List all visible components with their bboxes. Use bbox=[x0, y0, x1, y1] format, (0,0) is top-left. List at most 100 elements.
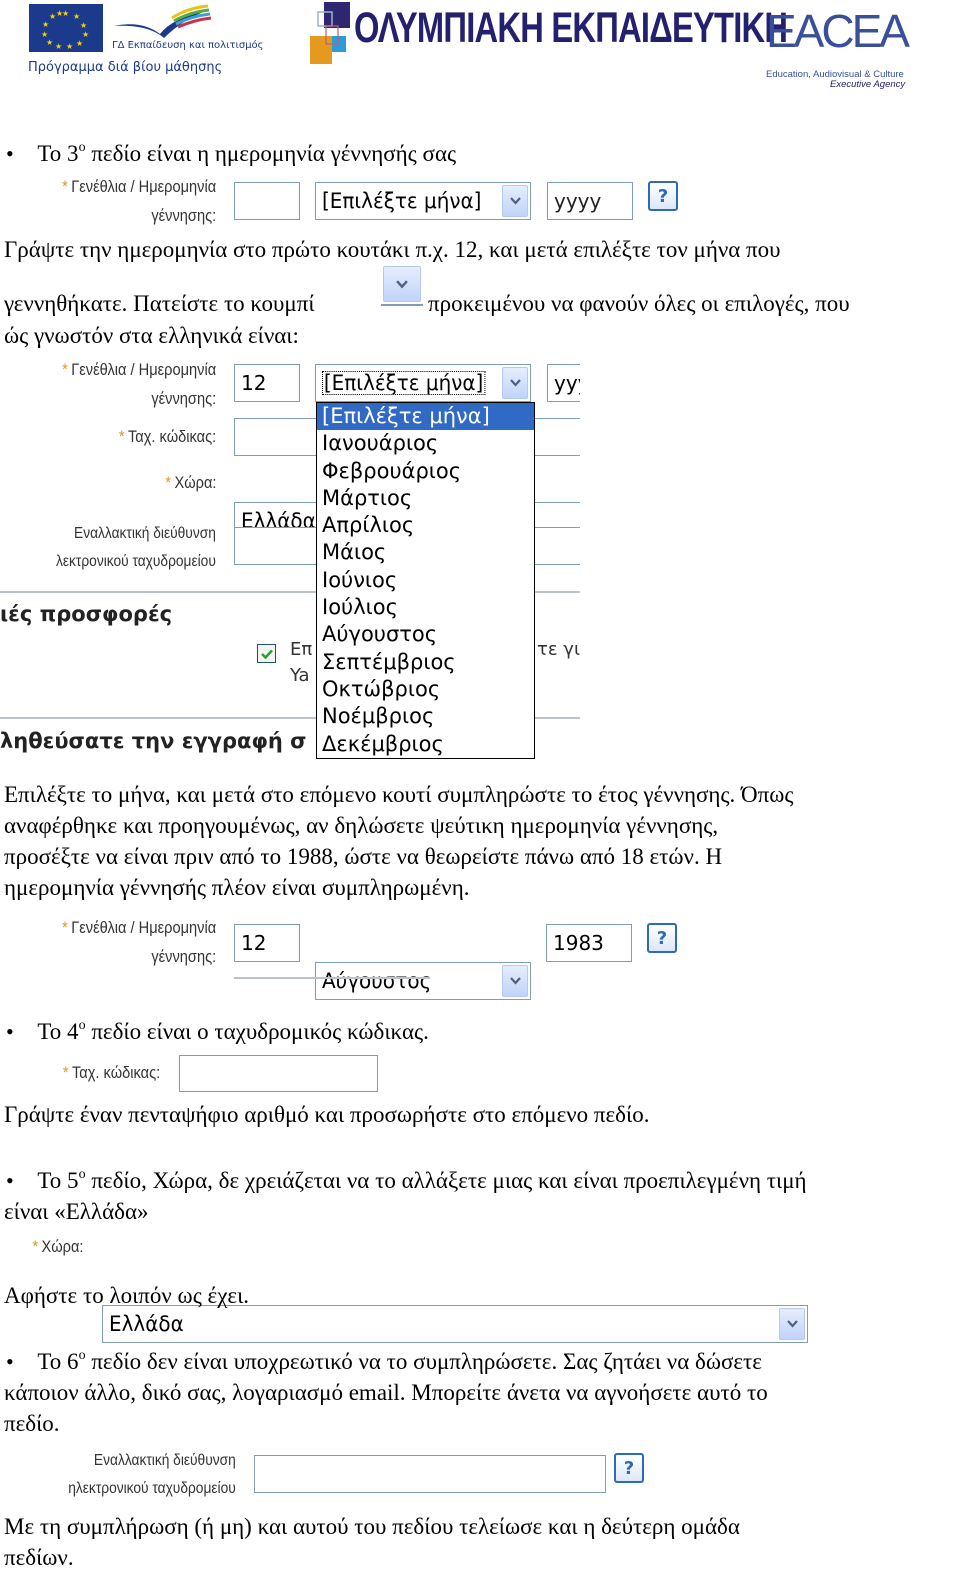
chevron-down-icon[interactable] bbox=[779, 1308, 805, 1340]
help-icon[interactable]: ? bbox=[647, 923, 677, 953]
bullet-prefix: Το 5 bbox=[37, 1168, 79, 1193]
month-option[interactable]: Ιανουάριος bbox=[317, 430, 534, 457]
month-option[interactable]: Ιούνιος bbox=[317, 567, 534, 594]
birth-year-input[interactable]: yyy bbox=[547, 364, 580, 402]
after-dropdown-line4: ημερομηνία γέννησής πλέον είναι συμπληρω… bbox=[4, 875, 470, 900]
offers-heading: ιές προσφορές bbox=[0, 602, 173, 626]
bullet-text: πεδίο, Χώρα, δε χρειάζεται να το αλλάξετ… bbox=[85, 1168, 807, 1193]
offers-checkbox[interactable] bbox=[257, 644, 276, 663]
birth-year-input[interactable]: 1983 bbox=[546, 924, 632, 962]
birth-day-input[interactable]: 12 bbox=[234, 924, 300, 962]
section6-line2: κάποιον άλλο, δικό σας, λογαριασμό email… bbox=[4, 1380, 768, 1405]
select-value: [Επιλέξτε μήνα] bbox=[322, 189, 482, 213]
after-dropdown-line3: προσέξτε να είναι πριν από το 1988, ώστε… bbox=[4, 844, 723, 869]
lifelong-learning-bird-logo bbox=[114, 4, 212, 38]
month-option[interactable]: Αύγουστος bbox=[317, 621, 534, 648]
section3-paragraph-line2b: προκειμένου να φανούν όλες οι επιλογές, … bbox=[428, 291, 850, 316]
label-text: Χώρα: bbox=[173, 473, 216, 492]
section5-bullet: Το 5ο πεδίο, Χώρα, δε χρειάζεται να το α… bbox=[0, 1165, 807, 1196]
birth-date-label: * Γενέθλια / Ημερομηνία γέννησης: bbox=[62, 172, 216, 230]
label-line2: γέννησης: bbox=[151, 947, 216, 966]
birth-month-select-open[interactable]: [Επιλέξτε μήνα] bbox=[315, 364, 531, 402]
bullet-text: πεδίο είναι ο ταχυδρομικός κώδικας. bbox=[85, 1019, 429, 1044]
label-line2: γέννησης: bbox=[151, 389, 216, 408]
chevron-down-icon[interactable] bbox=[502, 185, 528, 217]
alt-email-label: Εναλλακτική διεύθυνση λεκτρονικού ταχυδρ… bbox=[56, 520, 216, 576]
month-option[interactable]: Οκτώβριος bbox=[317, 676, 534, 703]
confirm-heading: ληθεύσατε την εγγραφή σ bbox=[0, 729, 307, 753]
month-option[interactable]: Σεπτέμβριος bbox=[317, 649, 534, 676]
chevron-down-icon[interactable] bbox=[502, 965, 528, 997]
required-asterisk: * bbox=[61, 360, 68, 379]
ordinal-sup: ο bbox=[78, 140, 86, 155]
olympiaki-title: ΟΛΥΜΠΙΑΚΗ ΕΚΠΑΙΔΕΥΤΙΚΗ bbox=[354, 4, 788, 52]
label-text: Ταχ. κώδικας: bbox=[71, 1063, 160, 1082]
required-asterisk: * bbox=[61, 918, 68, 937]
label-line1: Γενέθλια / Ημερομηνία bbox=[71, 177, 216, 196]
country-label: * Χώρα: bbox=[32, 1232, 83, 1261]
bullet-text: πεδίο είναι η ημερομηνία γέννησής σας bbox=[85, 141, 457, 166]
bullet-prefix: Το 3 bbox=[37, 141, 79, 166]
section3-paragraph-line2: γεννηθήκατε. Πατείστε το κουμπί bbox=[4, 288, 315, 319]
llp-subtitle: Πρόγραμμα διά βίου μάθησης bbox=[28, 60, 223, 75]
help-icon[interactable]: ? bbox=[648, 181, 678, 211]
alt-email-input[interactable] bbox=[254, 1455, 606, 1493]
label-line1: Γενέθλια / Ημερομηνία bbox=[71, 360, 216, 379]
birth-date-label: * Γενέθλια / Ημερομηνία γέννησης: bbox=[62, 913, 216, 971]
chevron-down-icon bbox=[383, 266, 421, 302]
postal-code-label: * Ταχ. κώδικας: bbox=[63, 1058, 160, 1087]
postal-code-input[interactable] bbox=[179, 1055, 378, 1092]
label-line2: ηλεκτρονικού ταχυδρομείου bbox=[68, 1480, 236, 1497]
olympiaki-logo-mark bbox=[310, 2, 350, 64]
required-asterisk: * bbox=[62, 1063, 69, 1082]
month-option[interactable]: Απρίλιος bbox=[317, 512, 534, 539]
birth-month-select[interactable]: Αύγουστος bbox=[315, 962, 531, 1000]
month-option[interactable]: Μάρτιος bbox=[317, 485, 534, 512]
required-asterisk: * bbox=[31, 1237, 38, 1256]
label-line1: Εναλλακτική διεύθυνση bbox=[94, 1452, 237, 1469]
birth-day-input[interactable]: 12 bbox=[234, 364, 300, 402]
required-asterisk: * bbox=[61, 177, 68, 196]
select-value: [Επιλέξτε μήνα] bbox=[322, 371, 486, 395]
required-asterisk: * bbox=[164, 473, 171, 492]
month-option[interactable]: Δεκέμβριος bbox=[317, 731, 534, 758]
month-option[interactable]: [Επιλέξτε μήνα] bbox=[317, 403, 534, 431]
eacea-title: EACEA bbox=[766, 5, 910, 57]
bullet-text: πεδίο δεν είναι υποχρεωτικό να το συμπλη… bbox=[85, 1349, 762, 1374]
checkbox-text-line2: Ya bbox=[290, 665, 310, 686]
birth-month-select[interactable]: [Επιλέξτε μήνα] bbox=[315, 182, 531, 220]
label-text: Χώρα: bbox=[40, 1237, 83, 1256]
after-dropdown-line1: Επιλέξτε το μήνα, και μετά στο επόμενο κ… bbox=[4, 782, 794, 807]
help-icon[interactable]: ? bbox=[614, 1453, 644, 1483]
label-line1: Γενέθλια / Ημερομηνία bbox=[71, 918, 216, 937]
divider bbox=[381, 304, 423, 306]
after-dropdown-line2: αναφέρθηκε και προηγουμένως, αν δηλώσετε… bbox=[4, 813, 719, 838]
alt-email-label: Εναλλακτική διεύθυνση ηλεκτρονικού ταχυδ… bbox=[69, 1447, 236, 1503]
checkbox-text-start: Επ bbox=[290, 639, 313, 660]
month-option[interactable]: Φεβρουάριος bbox=[317, 458, 534, 485]
birth-date-label: * Γενέθλια / Ημερομηνία γέννησης: bbox=[62, 355, 216, 413]
ordinal-sup: ο bbox=[78, 1348, 86, 1363]
chevron-down-icon[interactable] bbox=[502, 367, 528, 399]
postal-code-label: * Ταχ. κώδικας: bbox=[119, 422, 216, 451]
eacea-subtitle-2: Executive Agency bbox=[830, 79, 906, 90]
birth-year-input[interactable]: yyyy bbox=[547, 182, 633, 220]
text-part: γεννηθήκατε. Πατείστε το κουμπί bbox=[4, 291, 315, 316]
checkmark-icon bbox=[260, 649, 273, 659]
month-option[interactable]: Ιούλιος bbox=[317, 594, 534, 621]
month-option[interactable]: Μάιος bbox=[317, 539, 534, 566]
eu-flag-logo: ★ ★ ★ ★ ★ ★ ★ ★ ★ ★ ★ ★ bbox=[29, 4, 103, 52]
label-line1: Εναλλακτική διεύθυνση bbox=[74, 525, 217, 542]
closing-line2: πεδίων. bbox=[4, 1545, 74, 1570]
divider bbox=[234, 977, 430, 979]
section5-line2: είναι «Ελλάδα» bbox=[4, 1199, 149, 1224]
month-option[interactable]: Νοέμβριος bbox=[317, 703, 534, 730]
inline-dropdown-button-image bbox=[381, 266, 423, 306]
section4-paragraph: Γράψτε έναν πενταψήφιο αριθμό και προσωρ… bbox=[4, 1102, 650, 1127]
section3-paragraph-line1: Γράψτε την ημερομηνία στο πρώτο κουτάκι … bbox=[4, 237, 781, 262]
checkbox-text-end: τε γι( bbox=[537, 639, 580, 660]
label-line2: γέννησης: bbox=[151, 206, 216, 225]
select-value: Αύγουστος bbox=[322, 969, 432, 993]
birth-day-input[interactable] bbox=[234, 182, 300, 220]
section5-paragraph: Αφήστε το λοιπόν ως έχει. bbox=[4, 1283, 250, 1308]
